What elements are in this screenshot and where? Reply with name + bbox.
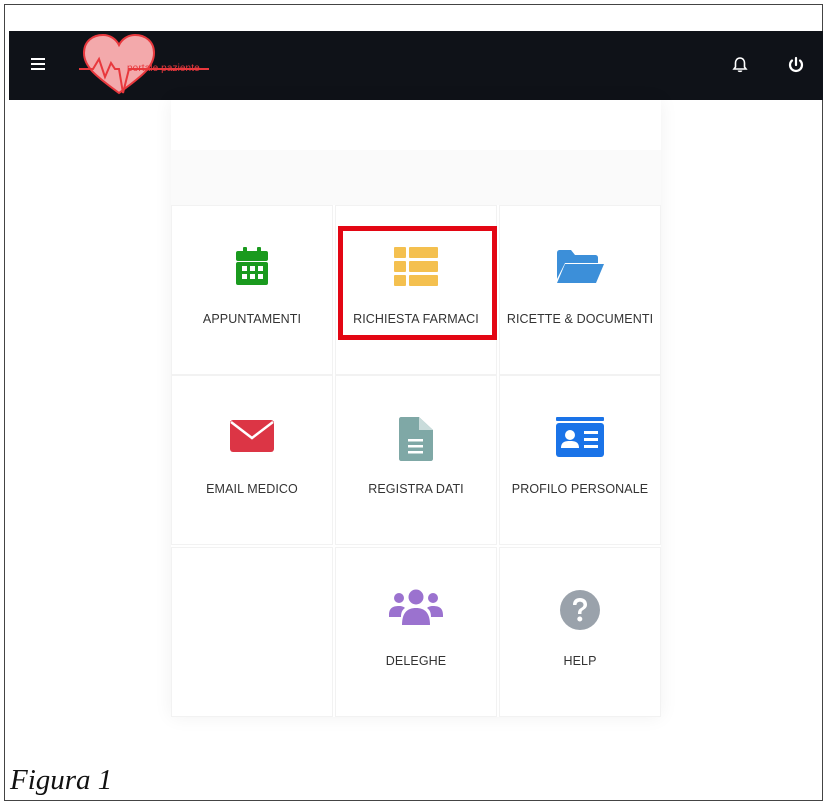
question-icon	[559, 589, 601, 636]
tile-label: DELEGHE	[385, 654, 447, 668]
users-icon	[389, 589, 443, 632]
tile-label: APPUNTAMENTI	[202, 312, 302, 326]
tile-label: HELP	[563, 654, 597, 668]
tile-label: RICHIESTA FARMACI	[353, 312, 479, 326]
tile-label: RICETTE & DOCUMENTI	[506, 312, 654, 326]
logo-text: portale paziente	[127, 63, 200, 74]
tile-registra-dati[interactable]: REGISTRA DATI	[335, 375, 497, 545]
tile-label: PROFILO PERSONALE	[511, 482, 649, 496]
tile-ricette-documenti[interactable]: RICETTE & DOCUMENTI	[499, 205, 661, 375]
tile-help[interactable]: HELP	[499, 547, 661, 717]
tile-richiesta-farmaci[interactable]: RICHIESTA FARMACI	[335, 205, 497, 375]
tile-label: EMAIL MEDICO	[206, 482, 298, 496]
tile-email-medico[interactable]: EMAIL MEDICO	[171, 375, 333, 545]
tile-label: REGISTRA DATI	[368, 482, 464, 496]
tile-empty	[171, 547, 333, 717]
panel-header-band	[171, 150, 661, 205]
tile-deleghe[interactable]: DELEGHE	[335, 547, 497, 717]
top-navbar: portale paziente	[9, 31, 823, 100]
logo[interactable]: portale paziente	[79, 33, 209, 99]
hamburger-icon[interactable]	[31, 58, 45, 70]
bell-icon[interactable]	[731, 56, 749, 74]
document-icon	[399, 417, 433, 466]
folder-icon	[555, 247, 605, 290]
power-icon[interactable]	[786, 55, 806, 75]
envelope-icon	[230, 417, 274, 458]
tile-profilo-personale[interactable]: PROFILO PERSONALE	[499, 375, 661, 545]
tile-appuntamenti[interactable]: APPUNTAMENTI	[171, 205, 333, 375]
list-icon	[394, 247, 438, 292]
id-card-icon	[556, 417, 604, 462]
figure-caption: Figura 1	[10, 764, 113, 796]
calendar-icon	[234, 247, 270, 292]
